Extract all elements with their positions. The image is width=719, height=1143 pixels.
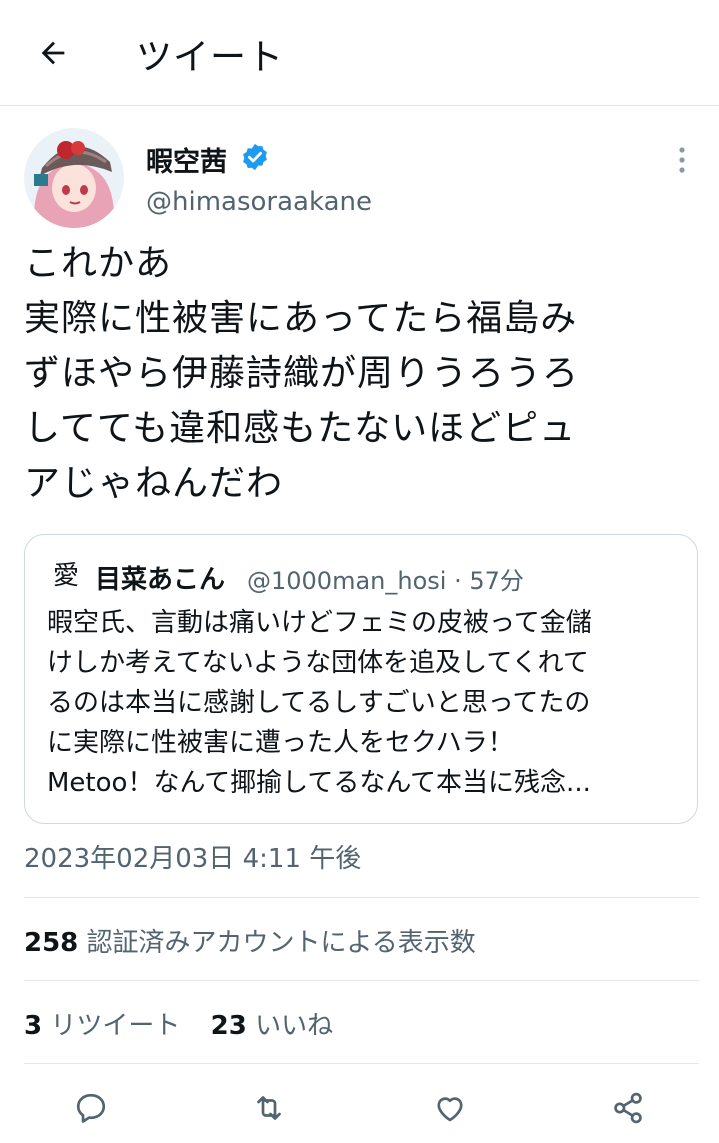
share-button[interactable] — [608, 1088, 648, 1128]
quote-author-avatar: 愛 — [52, 561, 79, 591]
quote-author-name: 目菜あこん — [95, 565, 226, 595]
back-button[interactable] — [30, 30, 76, 76]
likes-count: 23 — [210, 1011, 247, 1041]
views-label: 認証済みアカウントによる表示数 — [78, 928, 476, 958]
quote-text: 暇空氏、言動は痛いけどフェミの皮被って金儲 けしか考えてないような団体を追及して… — [47, 608, 592, 798]
retweets-label: リツイート — [42, 1011, 181, 1041]
views-count: 258 — [24, 928, 79, 958]
quote-author-meta: @1000man_hosi · 57分 — [247, 567, 524, 595]
likes-label: いいね — [246, 1011, 334, 1041]
retweet-button[interactable] — [249, 1088, 289, 1128]
share-icon — [614, 1092, 642, 1124]
tweet-timestamp[interactable]: 2023年02月03日 4:11 午後 — [24, 838, 361, 875]
quote-tweet[interactable]: 愛 目菜あこん @1000man_hosi · 57分 暇空氏、言動は痛いけどフ… — [24, 534, 698, 824]
engagement-stats: 3 リツイート 23 いいね — [24, 1005, 355, 1042]
author-handle[interactable]: @himasoraakane — [146, 187, 372, 217]
like-icon — [437, 1097, 463, 1122]
page-title: ツイート — [136, 37, 285, 78]
more-options-button[interactable] — [662, 140, 702, 180]
top-bar: ツイート — [0, 0, 719, 106]
reply-button[interactable] — [71, 1088, 111, 1128]
like-button[interactable] — [430, 1088, 470, 1128]
reply-icon — [76, 1093, 106, 1123]
retweets-stat[interactable]: 3 リツイート — [24, 1011, 180, 1041]
divider — [24, 897, 699, 898]
arrow-left-icon — [41, 41, 65, 65]
views-stat: 258 認証済みアカウントによる表示数 — [24, 922, 476, 959]
author-name[interactable]: 暇空茜 — [146, 140, 227, 179]
more-vertical-icon — [679, 147, 685, 173]
verified-badge-icon — [243, 143, 267, 171]
retweets-count: 3 — [24, 1011, 43, 1041]
divider — [24, 1063, 699, 1064]
likes-stat[interactable]: 23 いいね — [211, 1011, 333, 1041]
divider — [24, 980, 699, 981]
retweet-icon — [257, 1096, 281, 1120]
tweet-text: これかあ 実際に性被害にあってたら福島み ずほやら伊藤詩織が周りうろうろ してて… — [24, 243, 580, 504]
author-avatar[interactable] — [24, 128, 124, 228]
